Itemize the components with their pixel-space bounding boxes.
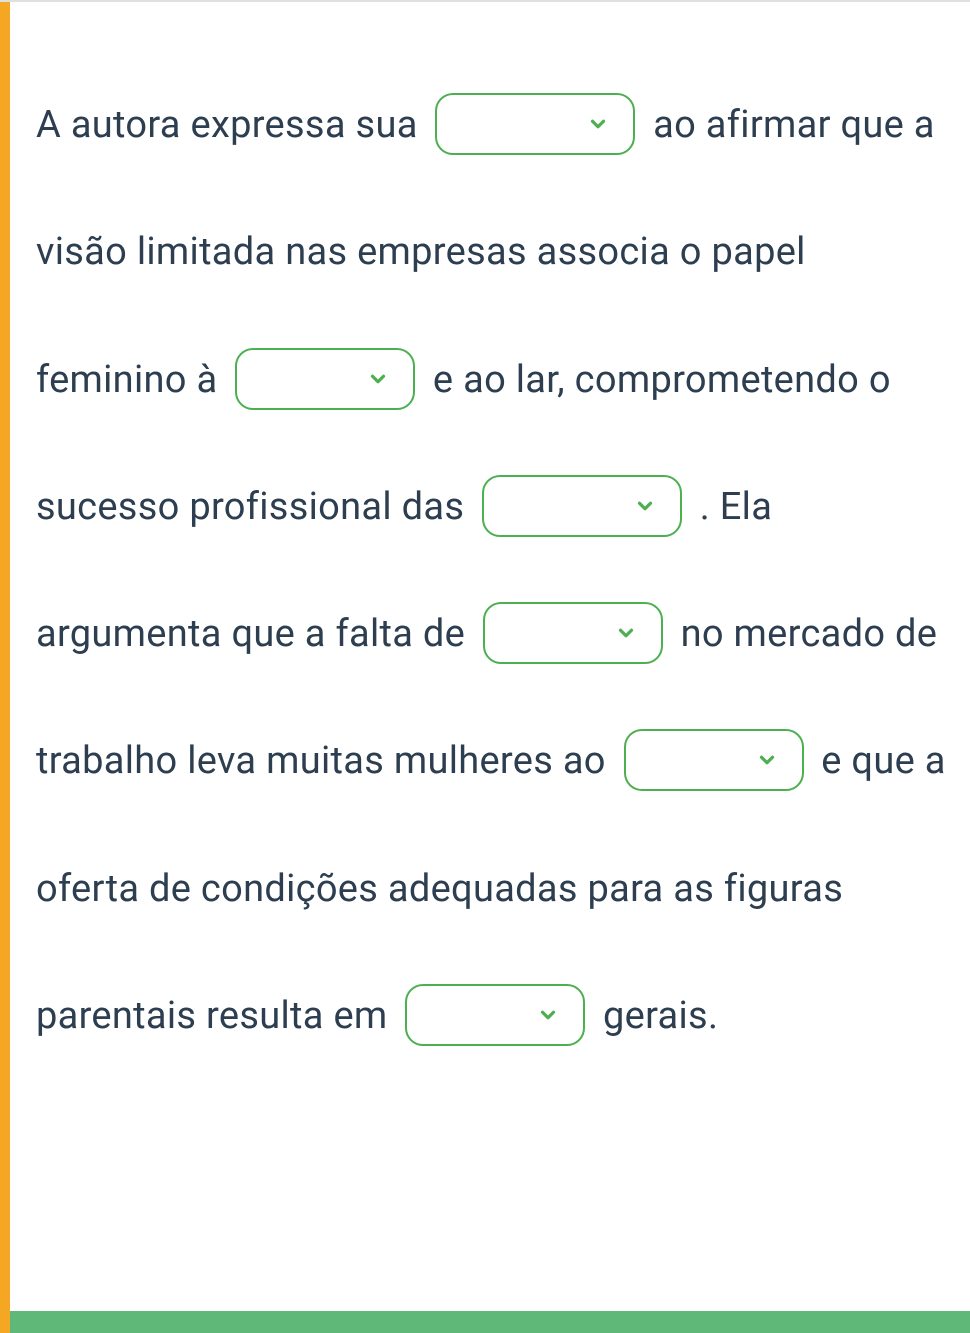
chevron-down-icon <box>537 1004 559 1026</box>
chevron-down-icon <box>634 495 656 517</box>
blank-dropdown-2[interactable] <box>235 348 415 410</box>
chevron-down-icon <box>367 368 389 390</box>
chevron-down-icon <box>587 113 609 135</box>
chevron-down-icon <box>615 622 637 644</box>
bottom-bar <box>10 1311 970 1333</box>
exercise-card: A autora expressa sua ao afirmar que a v… <box>0 0 970 1333</box>
text-segment: A autora expressa sua <box>36 103 427 147</box>
text-segment: gerais. <box>603 994 718 1038</box>
blank-dropdown-1[interactable] <box>435 93 635 155</box>
blank-dropdown-5[interactable] <box>624 729 804 791</box>
blank-dropdown-6[interactable] <box>405 984 585 1046</box>
blank-dropdown-3[interactable] <box>482 475 682 537</box>
blank-dropdown-4[interactable] <box>483 602 663 664</box>
cloze-paragraph: A autora expressa sua ao afirmar que a v… <box>36 62 950 1080</box>
chevron-down-icon <box>756 749 778 771</box>
accent-bar <box>0 2 10 1333</box>
exercise-content: A autora expressa sua ao afirmar que a v… <box>0 2 970 1120</box>
